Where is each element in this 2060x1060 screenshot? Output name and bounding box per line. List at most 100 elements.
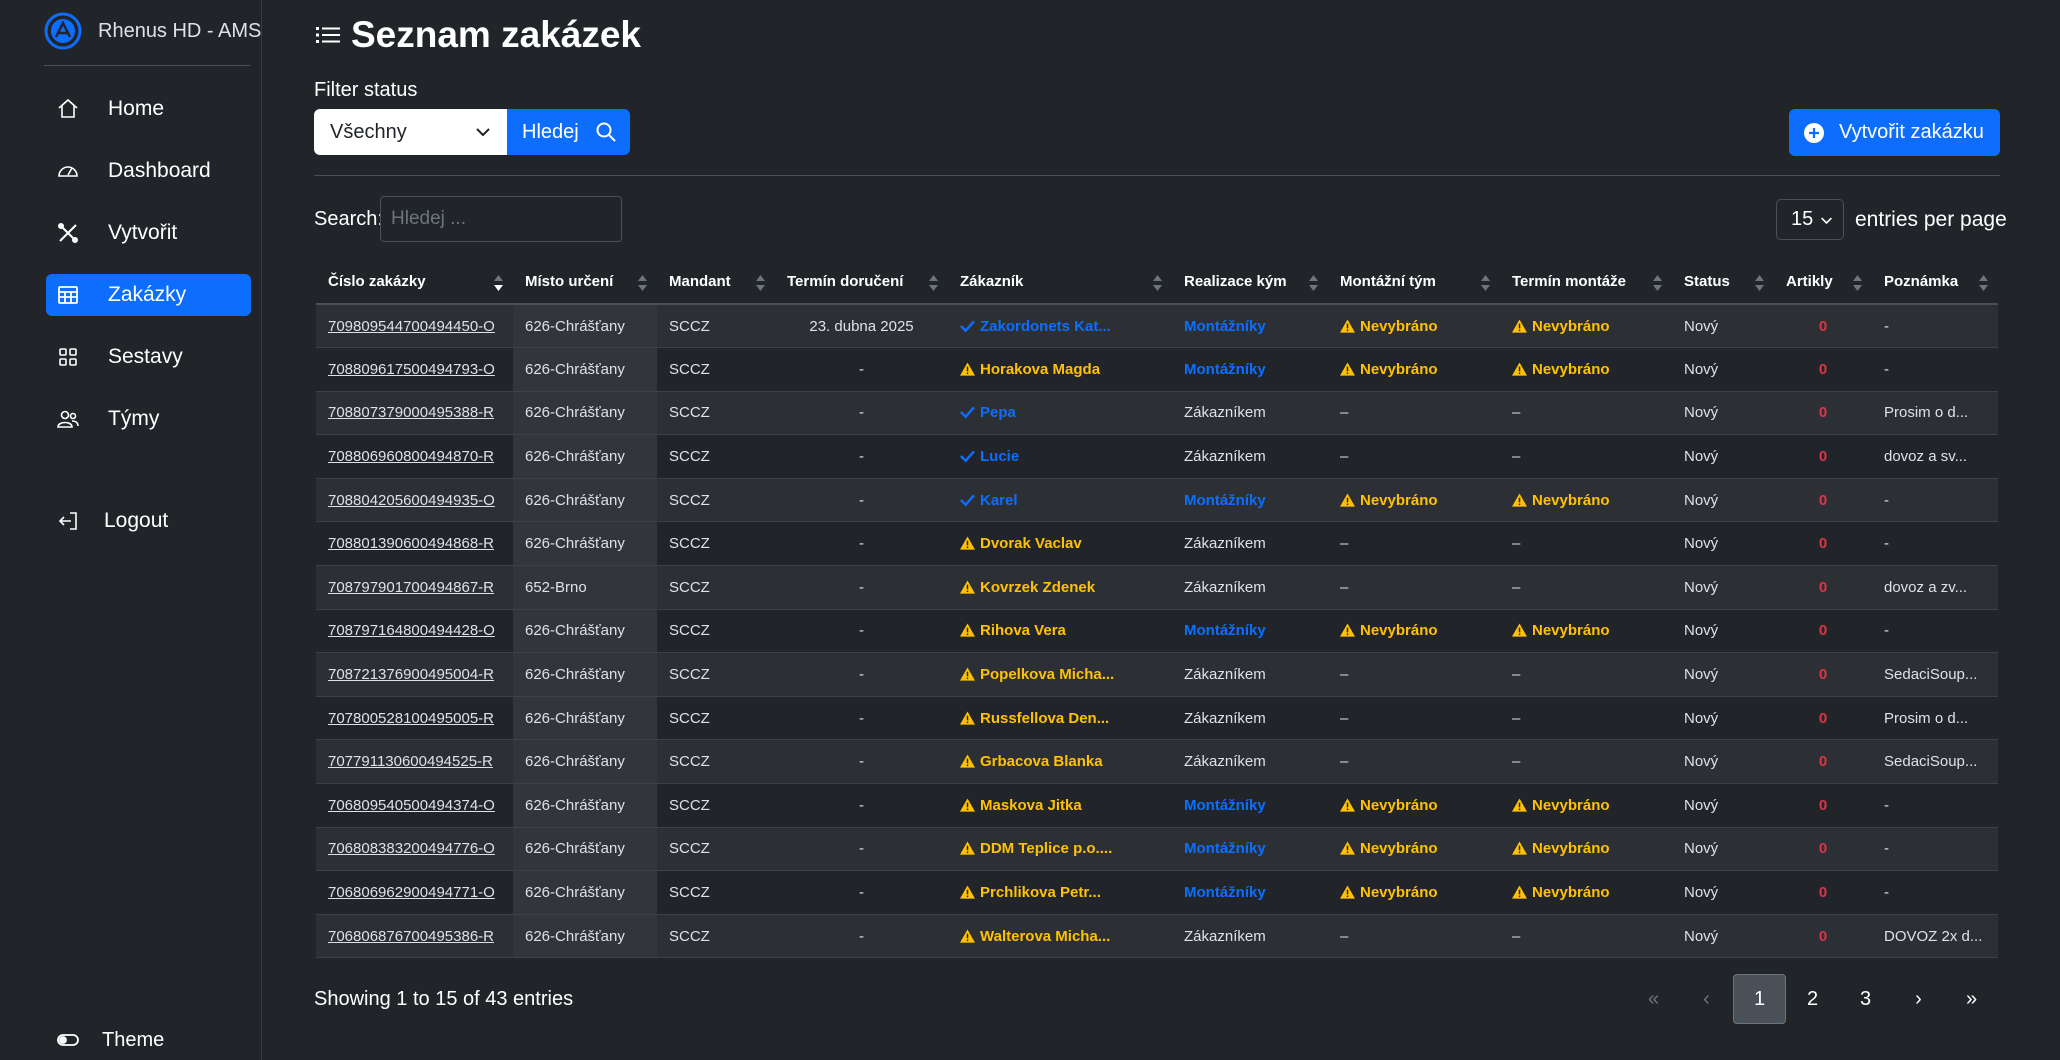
order-link[interactable]: 708797901700494867-R bbox=[328, 579, 494, 596]
order-link[interactable]: 706806876700495386-R bbox=[328, 928, 494, 945]
nav-home[interactable]: Home bbox=[46, 88, 251, 130]
nav-orders[interactable]: Zakázky bbox=[46, 274, 251, 316]
nav-logout[interactable]: Logout bbox=[46, 500, 251, 542]
entries-per-page-select[interactable]: 15 bbox=[1776, 199, 1844, 240]
warning-icon bbox=[960, 754, 975, 768]
create-order-button[interactable]: Vytvořit zakázku bbox=[1789, 109, 2000, 156]
column-header-mandant[interactable]: Mandant bbox=[657, 260, 775, 305]
delivery-text: - bbox=[859, 448, 864, 466]
customer-status[interactable]: Horakova Magda bbox=[960, 361, 1100, 378]
theme-label: Theme bbox=[102, 1028, 165, 1051]
cell-order-number: 706808383200494776-O bbox=[316, 827, 513, 872]
cell-assembly-date: – bbox=[1500, 565, 1672, 610]
customer-status[interactable]: Pepa bbox=[960, 404, 1016, 421]
cell-note: DOVOZ 2x d... bbox=[1872, 914, 1998, 959]
cell-realization: Zákazníkem bbox=[1172, 521, 1328, 567]
cell-note: Prosim o d... bbox=[1872, 696, 1998, 741]
table-row[interactable]: 708797901700494867-R 652-Brno SCCZ - Kovrzek… bbox=[316, 565, 1998, 610]
column-header-articles[interactable]: Artikly bbox=[1774, 260, 1872, 305]
table-row[interactable]: 706808383200494776-O 626-Chrášťany SCCZ - DD… bbox=[316, 827, 1998, 872]
column-header-date[interactable]: Termín montáže bbox=[1500, 260, 1672, 305]
table-row[interactable]: 709809544700494450-O 626-Chrášťany SCCZ 23.… bbox=[316, 304, 1998, 349]
customer-status[interactable]: Walterova Micha... bbox=[960, 928, 1110, 945]
order-link[interactable]: 708804205600494935-O bbox=[328, 492, 495, 509]
filter-status-select[interactable]: Všechny bbox=[314, 109, 507, 155]
customer-status[interactable]: Kovrzek Zdenek bbox=[960, 579, 1095, 596]
order-link[interactable]: 707791130600494525-R bbox=[328, 753, 493, 770]
cell-order-number: 706806962900494771-O bbox=[316, 870, 513, 915]
column-header-place[interactable]: Místo určení bbox=[513, 260, 657, 305]
articles-count: 0 bbox=[1818, 622, 1828, 640]
filter-search-button[interactable]: Hledej bbox=[507, 109, 630, 155]
nav-create[interactable]: Vytvořit bbox=[46, 212, 251, 254]
order-link[interactable]: 708797164800494428-O bbox=[328, 622, 495, 639]
pagination-page-2[interactable]: 2 bbox=[1786, 974, 1839, 1024]
customer-status[interactable]: Zakordonets Kat... bbox=[960, 318, 1111, 335]
pagination-prev[interactable]: ‹ bbox=[1680, 974, 1733, 1024]
column-header-team[interactable]: Montážní tým bbox=[1328, 260, 1500, 305]
search-input[interactable] bbox=[380, 196, 622, 242]
column-header-note[interactable]: Poznámka bbox=[1872, 260, 1998, 305]
realization-text: Montážníky bbox=[1184, 491, 1266, 509]
column-header-delivery[interactable]: Termín doručení bbox=[775, 260, 948, 305]
column-header-status[interactable]: Status bbox=[1672, 260, 1774, 305]
filter-status-label: Filter status bbox=[314, 79, 418, 101]
table-row[interactable]: 708804205600494935-O 626-Chrášťany SCCZ - Ka… bbox=[316, 478, 1998, 523]
table-row[interactable]: 708806960800494870-R 626-Chrášťany SCCZ - Lu… bbox=[316, 434, 1998, 479]
pagination-page-3[interactable]: 3 bbox=[1839, 974, 1892, 1024]
customer-status[interactable]: Maskova Jitka bbox=[960, 797, 1082, 814]
customer-status[interactable]: Popelkova Micha... bbox=[960, 666, 1114, 683]
table-row[interactable]: 707791130600494525-R 626-Chrášťany SCCZ - Gr… bbox=[316, 739, 1998, 785]
column-header-number[interactable]: Číslo zakázky bbox=[316, 260, 513, 305]
cell-customer: Popelkova Micha... bbox=[948, 652, 1172, 697]
nav-teams[interactable]: Týmy bbox=[46, 398, 251, 440]
order-link[interactable]: 706806962900494771-O bbox=[328, 884, 495, 901]
column-header-realization[interactable]: Realizace kým bbox=[1172, 260, 1328, 305]
order-link[interactable]: 708801390600494868-R bbox=[328, 535, 494, 552]
pagination-next[interactable]: › bbox=[1892, 974, 1945, 1024]
order-link[interactable]: 708806960800494870-R bbox=[328, 448, 494, 465]
customer-status[interactable]: Prchlikova Petr... bbox=[960, 884, 1101, 901]
delivery-text: - bbox=[859, 753, 864, 771]
cell-mandant: SCCZ bbox=[657, 347, 775, 392]
nav-sets[interactable]: Sestavy bbox=[46, 336, 251, 378]
customer-status[interactable]: DDM Teplice p.o.... bbox=[960, 840, 1112, 857]
customer-status[interactable]: Russfellova Den... bbox=[960, 710, 1109, 727]
order-link[interactable]: 709809544700494450-O bbox=[328, 318, 495, 335]
order-link[interactable]: 708807379000495388-R bbox=[328, 404, 494, 421]
order-link[interactable]: 706809540500494374-O bbox=[328, 797, 495, 814]
column-header-customer[interactable]: Zákazník bbox=[948, 260, 1172, 305]
order-link[interactable]: 708721376900495004-R bbox=[328, 666, 494, 683]
customer-status[interactable]: Dvorak Vaclav bbox=[960, 535, 1082, 552]
order-link[interactable]: 706808383200494776-O bbox=[328, 840, 495, 857]
customer-status[interactable]: Lucie bbox=[960, 448, 1019, 465]
table-row[interactable]: 706806962900494771-O 626-Chrášťany SCCZ - Pr… bbox=[316, 870, 1998, 915]
order-link[interactable]: 707800528100495005-R bbox=[328, 710, 494, 727]
customer-status[interactable]: Grbacova Blanka bbox=[960, 753, 1103, 770]
nav-dashboard[interactable]: Dashboard bbox=[46, 150, 251, 192]
brand[interactable]: Rhenus HD - AMS bbox=[44, 12, 261, 50]
table-row[interactable]: 708797164800494428-O 626-Chrášťany SCCZ - Ri… bbox=[316, 609, 1998, 654]
order-link[interactable]: 708809617500494793-O bbox=[328, 361, 495, 378]
theme-toggle[interactable]: Theme bbox=[56, 1028, 164, 1052]
articles-count: 0 bbox=[1818, 491, 1828, 509]
table-row[interactable]: 708721376900495004-R 626-Chrášťany SCCZ - Po… bbox=[316, 652, 1998, 697]
pagination-first[interactable]: « bbox=[1627, 974, 1680, 1024]
table-row[interactable]: 706809540500494374-O 626-Chrášťany SCCZ - Ma… bbox=[316, 783, 1998, 828]
table-row[interactable]: 708801390600494868-R 626-Chrášťany SCCZ - Dv… bbox=[316, 521, 1998, 567]
table-row[interactable]: 708807379000495388-R 626-Chrášťany SCCZ - Pe… bbox=[316, 391, 1998, 436]
sort-icon bbox=[1153, 275, 1162, 291]
team-status: Nevybráno bbox=[1340, 492, 1438, 509]
cell-status: Nový bbox=[1672, 783, 1774, 828]
table-row[interactable]: 706806876700495386-R 626-Chrášťany SCCZ - Wa… bbox=[316, 914, 1998, 959]
table-row[interactable]: 708809617500494793-O 626-Chrášťany SCCZ - Ho… bbox=[316, 347, 1998, 392]
pagination-page-1[interactable]: 1 bbox=[1733, 974, 1786, 1024]
table-row[interactable]: 707800528100495005-R 626-Chrášťany SCCZ - Ru… bbox=[316, 696, 1998, 741]
cell-team: – bbox=[1328, 565, 1500, 610]
grid-icon bbox=[59, 348, 77, 366]
pagination-last[interactable]: » bbox=[1945, 974, 1998, 1024]
team-text: Nevybráno bbox=[1360, 622, 1438, 640]
customer-status[interactable]: Karel bbox=[960, 492, 1018, 509]
customer-status[interactable]: Rihova Vera bbox=[960, 622, 1066, 639]
cell-delivery: 23. dubna 2025 bbox=[775, 304, 948, 349]
